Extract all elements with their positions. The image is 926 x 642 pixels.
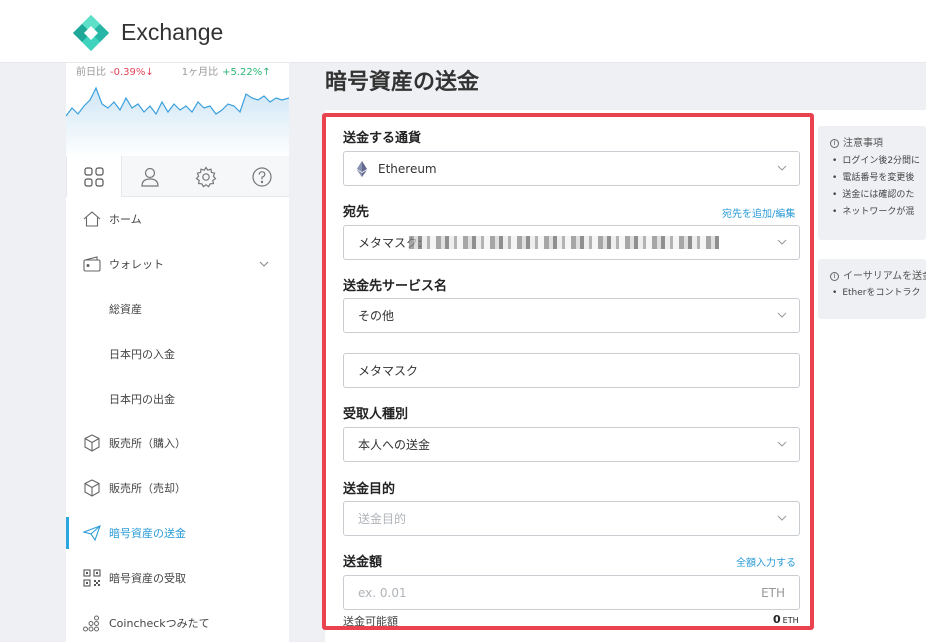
redacted-address xyxy=(409,236,719,249)
sidebar-item-wallet[interactable]: ウォレット xyxy=(66,246,289,282)
sidebar-item-total-assets[interactable]: 総資産 xyxy=(66,291,289,327)
info-icon: i xyxy=(830,139,839,148)
sidebar-item-label: 日本円の入金 xyxy=(109,348,175,361)
available-amount-value: 0 xyxy=(773,613,781,626)
amount-input[interactable]: ex. 0.01 ETH xyxy=(343,575,800,610)
tab-account[interactable] xyxy=(122,156,178,197)
page-title: 暗号資産の送金 xyxy=(325,70,480,95)
app-header: Exchange xyxy=(0,0,926,63)
sidebar-item-buy[interactable]: 販売所（購入） xyxy=(66,425,289,461)
month-change-value: +5.22%↑ xyxy=(222,67,271,78)
recipient-type-label: 受取人種別 xyxy=(343,407,409,422)
sidebar: 前日比 -0.39%↓ 1ヶ月比 +5.22%↑ ホーム ウォレット 総資産 日… xyxy=(66,63,289,642)
edit-destinations-link[interactable]: 宛先を追加/編集 xyxy=(722,205,795,220)
day-change-label: 前日比 xyxy=(76,67,106,78)
sidebar-item-label: 販売所（売却） xyxy=(109,482,186,495)
sidebar-item-label: 暗号資産の受取 xyxy=(109,572,186,585)
ethereum-icon xyxy=(357,161,367,177)
chevron-down-icon xyxy=(259,261,269,267)
available-amount-unit: ETH xyxy=(782,616,799,625)
service-name-other-value: メタマスク xyxy=(358,364,419,378)
wallet-icon xyxy=(83,256,101,272)
tab-help[interactable] xyxy=(234,156,290,197)
sidebar-item-label: 販売所（購入） xyxy=(109,437,186,450)
notice-item: 電話番号を変更後 xyxy=(832,170,920,187)
tab-settings[interactable] xyxy=(178,156,234,197)
currency-label: 送金する通貨 xyxy=(343,131,422,146)
recipient-type-value: 本人への送金 xyxy=(358,438,431,452)
box-icon xyxy=(84,479,100,497)
tab-dashboard[interactable] xyxy=(66,156,122,197)
chevron-down-icon xyxy=(777,165,787,171)
sidebar-item-label: 暗号資産の送金 xyxy=(109,527,186,540)
sidebar-item-send-crypto[interactable]: 暗号資産の送金 xyxy=(66,515,289,551)
amount-placeholder: ex. 0.01 xyxy=(358,585,407,600)
ethereum-notice-title: イーサリアムを送金 xyxy=(843,271,926,282)
user-icon xyxy=(141,167,159,187)
currency-value: Ethereum xyxy=(378,161,437,176)
amount-unit: ETH xyxy=(761,585,785,600)
sidebar-item-jpy-withdraw[interactable]: 日本円の出金 xyxy=(66,381,289,417)
box-icon xyxy=(84,434,100,452)
coins-icon xyxy=(83,615,99,632)
notice-list: ログイン後2分間に 電話番号を変更後 送金には確認のた ネットワークが混 xyxy=(832,153,920,221)
grid-icon xyxy=(84,166,104,187)
service-name-value: その他 xyxy=(358,309,395,323)
notice-box: i 注意事項 ログイン後2分間に 電話番号を変更後 送金には確認のた ネットワーク… xyxy=(818,126,926,240)
amount-label: 送金額 xyxy=(343,555,383,570)
sidebar-item-home[interactable]: ホーム xyxy=(66,201,289,237)
service-name-label: 送金先サービス名 xyxy=(343,279,448,294)
notice-item: ログイン後2分間に xyxy=(832,153,920,170)
sidebar-item-jpy-deposit[interactable]: 日本円の入金 xyxy=(66,336,289,372)
notice-item: Etherをコントラク xyxy=(832,285,920,302)
sidebar-item-label: Coincheckつみたて xyxy=(109,617,210,630)
brand-name: Exchange xyxy=(121,19,224,45)
chevron-down-icon xyxy=(777,441,787,447)
home-icon xyxy=(83,211,101,227)
sidebar-item-label: 日本円の出金 xyxy=(109,393,175,406)
notice-item: 送金には確認のた xyxy=(832,187,920,204)
info-icon: i xyxy=(830,272,839,281)
price-sparkline xyxy=(66,86,289,158)
purpose-select[interactable]: 送金目的 xyxy=(343,501,800,536)
sidebar-tabs xyxy=(66,156,289,197)
destination-label: 宛先 xyxy=(343,205,370,220)
exchange-logo-icon[interactable] xyxy=(72,14,110,52)
recipient-type-select[interactable]: 本人への送金 xyxy=(343,427,800,462)
send-icon xyxy=(82,525,101,542)
month-change-label: 1ヶ月比 xyxy=(181,67,219,78)
sidebar-item-label: 総資産 xyxy=(109,303,142,316)
available-amount-label: 送金可能額 xyxy=(343,615,398,628)
currency-select[interactable]: Ethereum xyxy=(343,151,800,186)
sidebar-item-label: ホーム xyxy=(109,213,142,226)
purpose-label: 送金目的 xyxy=(343,482,396,497)
service-name-select[interactable]: その他 xyxy=(343,298,800,333)
chevron-down-icon xyxy=(777,312,787,318)
gear-icon xyxy=(195,165,217,187)
service-name-input[interactable]: メタマスク xyxy=(343,353,800,388)
purpose-placeholder: 送金目的 xyxy=(358,512,407,526)
destination-select[interactable]: メタマスク: xyxy=(343,225,800,260)
price-ticker: 前日比 -0.39%↓ 1ヶ月比 +5.22%↑ xyxy=(76,63,271,78)
notice-item: ネットワークが混 xyxy=(832,204,920,221)
help-icon xyxy=(252,166,272,187)
sidebar-item-label: ウォレット xyxy=(109,258,164,271)
fill-max-amount-link[interactable]: 全額入力する xyxy=(736,554,796,569)
ethereum-notice-list: Etherをコントラク xyxy=(832,285,920,302)
chevron-down-icon xyxy=(777,515,787,521)
sidebar-item-sell[interactable]: 販売所（売却） xyxy=(66,470,289,506)
sidebar-item-tsumitate[interactable]: Coincheckつみたて xyxy=(66,605,289,641)
ethereum-notice-box: i イーサリアムを送金 Etherをコントラク xyxy=(818,259,926,319)
qr-icon xyxy=(83,569,101,587)
available-amount: 0 ETH xyxy=(773,613,799,626)
notice-title: 注意事項 xyxy=(843,138,883,149)
chevron-down-icon xyxy=(777,239,787,245)
sidebar-item-receive-crypto[interactable]: 暗号資産の受取 xyxy=(66,560,289,596)
day-change-value: -0.39%↓ xyxy=(110,67,154,78)
